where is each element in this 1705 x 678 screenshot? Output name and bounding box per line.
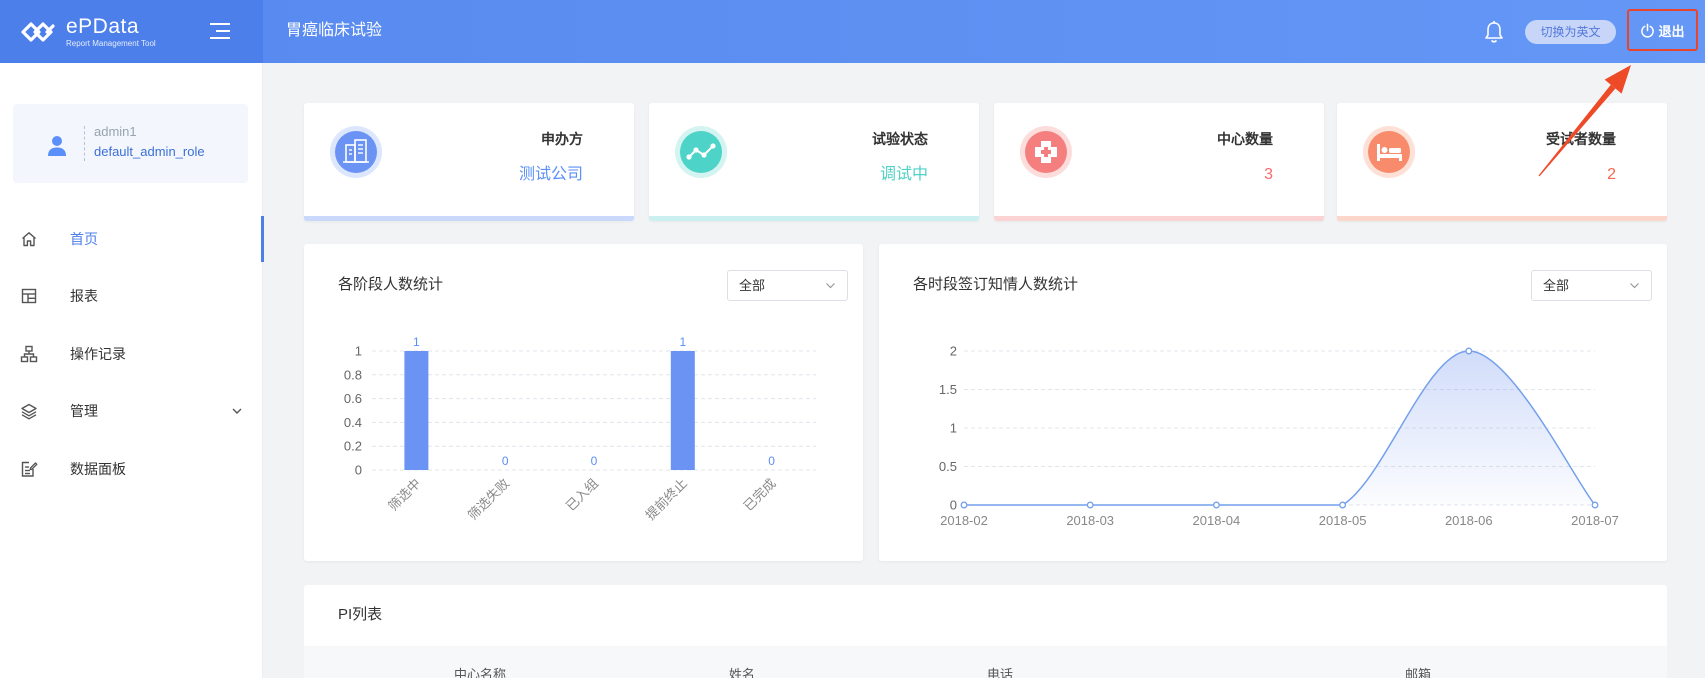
- sidebar-item-management[interactable]: 管理: [0, 383, 263, 441]
- stat-card-trial-status: 试验状态 调试中: [649, 103, 979, 221]
- x-tick-label: 2018-03: [1066, 513, 1114, 528]
- sidebar-item-label: 操作记录: [70, 345, 126, 362]
- sidebar-item-label: 首页: [70, 230, 98, 247]
- stat-card-subject-count: 受试者数量 2: [1337, 103, 1667, 221]
- x-tick-label: 已完成: [741, 476, 779, 514]
- language-switch-button[interactable]: 切换为英文: [1525, 20, 1616, 44]
- bed-icon: [1363, 126, 1415, 178]
- sidebar-item-reports[interactable]: 报表: [0, 268, 263, 326]
- logo-area: ePData Report Management Tool: [0, 0, 263, 63]
- x-tick-label: 2018-02: [940, 513, 988, 528]
- edit-panel-icon: [21, 461, 38, 477]
- data-point: [1591, 501, 1599, 509]
- stat-value: 2: [1607, 166, 1616, 183]
- data-point: [1465, 347, 1473, 355]
- x-tick-label: 提前终止: [643, 476, 690, 523]
- x-tick-label: 2018-07: [1571, 513, 1619, 528]
- stat-value: 3: [1264, 166, 1273, 183]
- sidebar: admin1 default_admin_role 首页 报表 操作记录 管理 …: [0, 63, 264, 678]
- chevron-down-icon: [232, 408, 242, 415]
- y-tick-label: 2: [950, 344, 957, 359]
- user-avatar-icon: [48, 136, 66, 156]
- y-tick-label: 1.5: [939, 382, 957, 397]
- data-point: [1339, 501, 1347, 509]
- x-tick-label: 2018-06: [1445, 513, 1493, 528]
- menu-toggle-icon[interactable]: [208, 21, 232, 41]
- page-title: 胃癌临床试验: [286, 22, 383, 39]
- user-divider: [84, 126, 85, 161]
- logout-button[interactable]: 退出: [1627, 9, 1698, 51]
- x-tick-label: 筛选失败: [465, 476, 512, 523]
- y-tick-label: 0.2: [344, 439, 362, 454]
- bar-data-label: 1: [679, 335, 686, 349]
- column-header-email[interactable]: 邮箱: [1405, 666, 1431, 678]
- bar-data-label: 0: [768, 454, 775, 468]
- bar-data-label: 1: [413, 335, 420, 349]
- user-card: admin1 default_admin_role: [13, 104, 248, 183]
- logout-label: 退出: [1658, 23, 1685, 39]
- logo-name: ePData: [66, 15, 140, 38]
- layers-icon: [21, 404, 37, 420]
- sidebar-item-label: 数据面板: [70, 460, 126, 477]
- consent-line-chart: 0 0.5 1 1.5 2 2018-02 2018-03 2018-04 2018-05 201…: [939, 344, 1619, 529]
- top-bar: ePData Report Management Tool 胃癌临床试验 切换为…: [0, 0, 1705, 63]
- hospital-icon: [1020, 126, 1072, 178]
- sidebar-item-data-panel[interactable]: 数据面板: [0, 440, 263, 498]
- y-tick-label: 0.8: [344, 367, 362, 382]
- sitemap-icon: [20, 345, 38, 362]
- stat-label: 受试者数量: [1546, 131, 1616, 147]
- y-tick-label: 0: [950, 498, 957, 513]
- x-tick-label: 筛选中: [385, 476, 423, 514]
- sidebar-menu: 首页 报表 操作记录 管理 数据面板: [0, 210, 264, 498]
- bar: [670, 351, 695, 470]
- bar-data-label: 0: [502, 454, 509, 468]
- user-name: admin1: [94, 124, 137, 139]
- stat-card-sponsor: 申办方 测试公司: [304, 103, 634, 221]
- sidebar-item-label: 报表: [70, 288, 98, 305]
- pi-list-card: PI列表 中心名称 姓名 电话 邮箱: [304, 585, 1667, 678]
- y-tick-label: 0.5: [939, 459, 957, 474]
- y-tick-label: 0.4: [344, 415, 362, 430]
- logo-subtitle: Report Management Tool: [66, 39, 156, 48]
- sidebar-item-label: 管理: [70, 403, 98, 420]
- bell-icon[interactable]: [1483, 20, 1505, 44]
- trend-icon: [675, 126, 727, 178]
- pi-list-title: PI列表: [338, 606, 383, 623]
- y-tick-label: 0: [355, 463, 362, 478]
- column-header-center[interactable]: 中心名称: [454, 666, 506, 678]
- column-header-phone[interactable]: 电话: [987, 666, 1013, 678]
- stat-card-center-count: 中心数量 3: [994, 103, 1324, 221]
- stat-label: 中心数量: [1217, 131, 1273, 147]
- y-tick-label: 1: [355, 344, 362, 359]
- x-tick-label: 2018-04: [1193, 513, 1241, 528]
- stage-chart-card: 各阶段人数统计 全部 0 0.2 0.4 0.6 0.8 1 1 筛选中 0 筛选失败 0 已入组 1 提…: [304, 244, 863, 561]
- data-point: [960, 501, 968, 509]
- logo-icon: [21, 22, 55, 42]
- table-header-row: 中心名称 姓名 电话 邮箱: [304, 646, 1667, 678]
- stage-bar-chart: 0 0.2 0.4 0.6 0.8 1 1 筛选中 0 筛选失败 0 已入组 1 提前终止 0 已完成: [344, 335, 816, 523]
- y-tick-label: 0.6: [344, 391, 362, 406]
- y-tick-label: 1: [950, 421, 957, 436]
- sidebar-item-operation-log[interactable]: 操作记录: [0, 325, 263, 383]
- data-point: [1212, 501, 1220, 509]
- x-tick-label: 2018-05: [1319, 513, 1367, 528]
- user-role: default_admin_role: [94, 144, 205, 159]
- x-tick-label: 已入组: [563, 476, 601, 514]
- sidebar-item-home[interactable]: 首页: [0, 210, 264, 268]
- stat-value: 调试中: [879, 166, 928, 183]
- bar-data-label: 0: [591, 454, 598, 468]
- building-icon: [330, 126, 382, 178]
- data-point: [1086, 501, 1094, 509]
- home-icon: [22, 231, 36, 246]
- stat-value: 测试公司: [518, 166, 583, 183]
- column-header-name[interactable]: 姓名: [729, 666, 755, 678]
- bar: [404, 351, 429, 470]
- power-icon: [1641, 23, 1655, 38]
- consent-chart-card: 各时段签订知情人数统计 全部 0 0.5 1 1.5 2 2018-02 2018-03 20…: [879, 244, 1667, 561]
- stat-label: 申办方: [541, 131, 583, 147]
- report-icon: [21, 289, 37, 304]
- stat-label: 试验状态: [872, 131, 928, 147]
